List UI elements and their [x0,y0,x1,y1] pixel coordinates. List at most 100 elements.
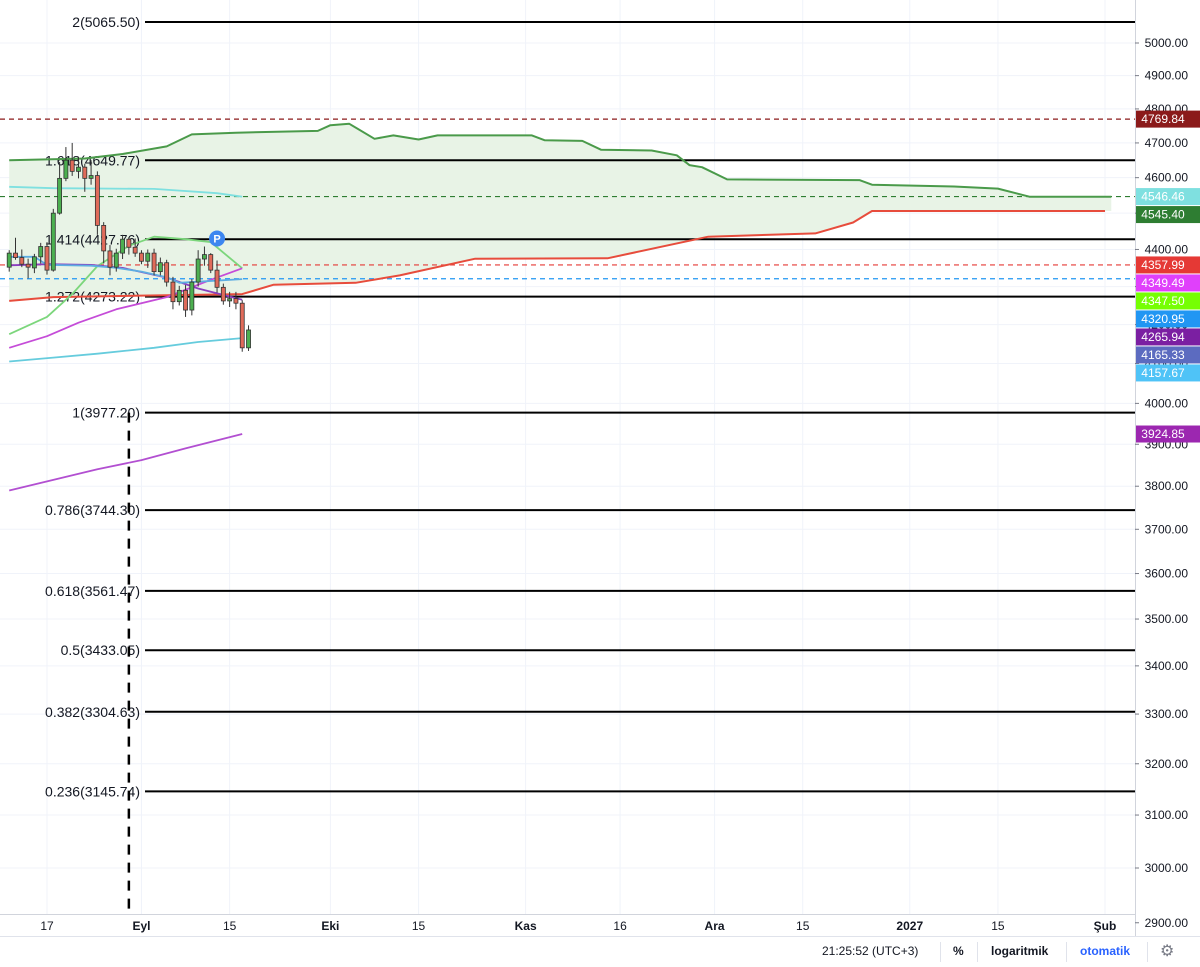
price-axis-tick-label: 3700.00 [1145,522,1189,536]
candle-body [82,166,88,179]
candle-body [195,258,201,283]
time-axis-tick-label: 2027 [896,919,923,933]
status-divider [1066,942,1067,962]
candle-body [176,289,182,303]
time-axis-tick-label: Şub [1094,919,1117,933]
candle-body [214,269,220,288]
price-axis-tick-label: 3400.00 [1145,659,1189,673]
price-axis-tick-label: 5000.00 [1145,36,1189,50]
candle-body [126,238,132,248]
candle-body [202,254,207,260]
candle-body [101,225,107,252]
candle-body [157,262,163,273]
indicator-line [8,433,243,492]
candle-body [113,252,119,268]
fib-level-label: 0.786(3744.30) [45,502,140,518]
indicator-line [9,337,243,363]
candle-body [13,252,18,258]
candle-body [145,252,151,262]
price-tag-label: 4349.49 [1141,276,1185,290]
price-tag-label: 4347.50 [1141,294,1185,308]
time-axis-tick-label: 15 [991,919,1005,933]
candle-body [57,177,63,214]
candle-body [94,175,100,226]
price-axis-tick-label: 2900.00 [1145,916,1189,930]
time-axis-background [0,914,1135,936]
status-divider [1147,942,1148,962]
time-axis-tick-label: 15 [223,919,237,933]
candle-body [189,281,195,311]
candle-body [44,246,50,271]
fib-level-label: 0.236(3145.74) [45,783,140,799]
fib-level-label: 0.382(3304.63) [45,704,140,720]
clock-readout: 21:25:52 (UTC+3) [822,944,919,958]
time-axis-tick-label: 16 [613,919,627,933]
auto-scale-toggle[interactable]: otomatik [1080,944,1130,958]
time-axis-tick-label: Kas [515,919,537,933]
time-axis-tick-label: 15 [796,919,810,933]
price-tag-label: 4157.67 [1141,366,1185,380]
candle-body [164,262,170,283]
cloud-fill [9,123,1112,301]
price-axis-tick-label: 4000.00 [1145,396,1189,410]
candle-body [132,246,138,254]
price-tag-label: 4265.94 [1141,330,1185,344]
gear-icon[interactable]: ⚙ [1160,941,1174,961]
marker-label: P [213,233,220,245]
price-axis-tick-label: 3100.00 [1145,808,1189,822]
price-axis-tick-label: 4400.00 [1145,242,1189,256]
price-tag-label: 3924.85 [1141,427,1185,441]
price-axis-tick-label: 3200.00 [1145,757,1189,771]
candle-body [6,252,12,268]
chart-area[interactable]: 2(5065.50) 1.618(4649.77) 1.414(4427.76) 1.… [0,0,1200,966]
fib-level-label: 0.618(3561.47) [45,583,140,599]
candle-body [183,289,188,311]
candle-body [120,238,125,254]
candle-body [31,256,37,269]
candle-body [69,159,75,172]
log-scale-toggle[interactable]: logaritmik [991,944,1048,958]
time-axis-tick-label: Ara [705,919,725,933]
price-axis-tick-label: 4600.00 [1145,171,1189,185]
time-axis-tick-label: Eyl [132,919,150,933]
price-axis-tick-label: 4700.00 [1145,136,1189,150]
candle-body [227,298,233,302]
price-axis-tick-label: 4900.00 [1145,69,1189,83]
fib-level-label: 2(5065.50) [72,14,140,30]
candle-body [63,159,69,179]
time-axis-tick-label: Eki [321,919,339,933]
candle-body [19,257,25,265]
price-tag-label: 4769.84 [1141,112,1185,126]
price-tag-label: 4165.33 [1141,348,1185,362]
price-axis-tick-label: 3600.00 [1145,567,1189,581]
candle-body [246,329,251,349]
price-axis-tick-label: 3300.00 [1145,707,1189,721]
candle-body [208,254,214,271]
status-divider [977,942,978,962]
price-tag-label: 4320.95 [1141,312,1185,326]
fib-level-label: 1.414(4427.76) [45,231,140,247]
percent-toggle[interactable]: % [953,944,964,958]
candle-body [239,302,245,349]
candle-body [170,281,176,303]
candle-body [139,252,144,262]
price-chart[interactable]: 2(5065.50)1.618(4649.77)1.414(4427.76)1.… [0,0,1200,937]
price-tag-label: 4546.46 [1141,190,1185,204]
candle-body [220,286,226,302]
candle-body [151,252,157,273]
candle-body [25,263,31,268]
price-tag-label: 4545.40 [1141,208,1185,222]
price-axis-tick-label: 3500.00 [1145,612,1189,626]
price-axis-tick-label: 3800.00 [1145,479,1189,493]
status-divider [940,942,941,962]
price-axis-tick-label: 3000.00 [1145,861,1189,875]
status-bar: 21:25:52 (UTC+3) % logaritmik otomatik ⚙ [0,936,1200,967]
candle-body [233,298,239,304]
candle-body [107,250,113,268]
price-tag-label: 4357.99 [1141,258,1185,272]
candle-body [88,175,94,179]
candle-body [38,246,44,258]
time-axis-tick-label: 17 [40,919,54,933]
candle-body [76,166,81,172]
candle-body [50,212,56,271]
